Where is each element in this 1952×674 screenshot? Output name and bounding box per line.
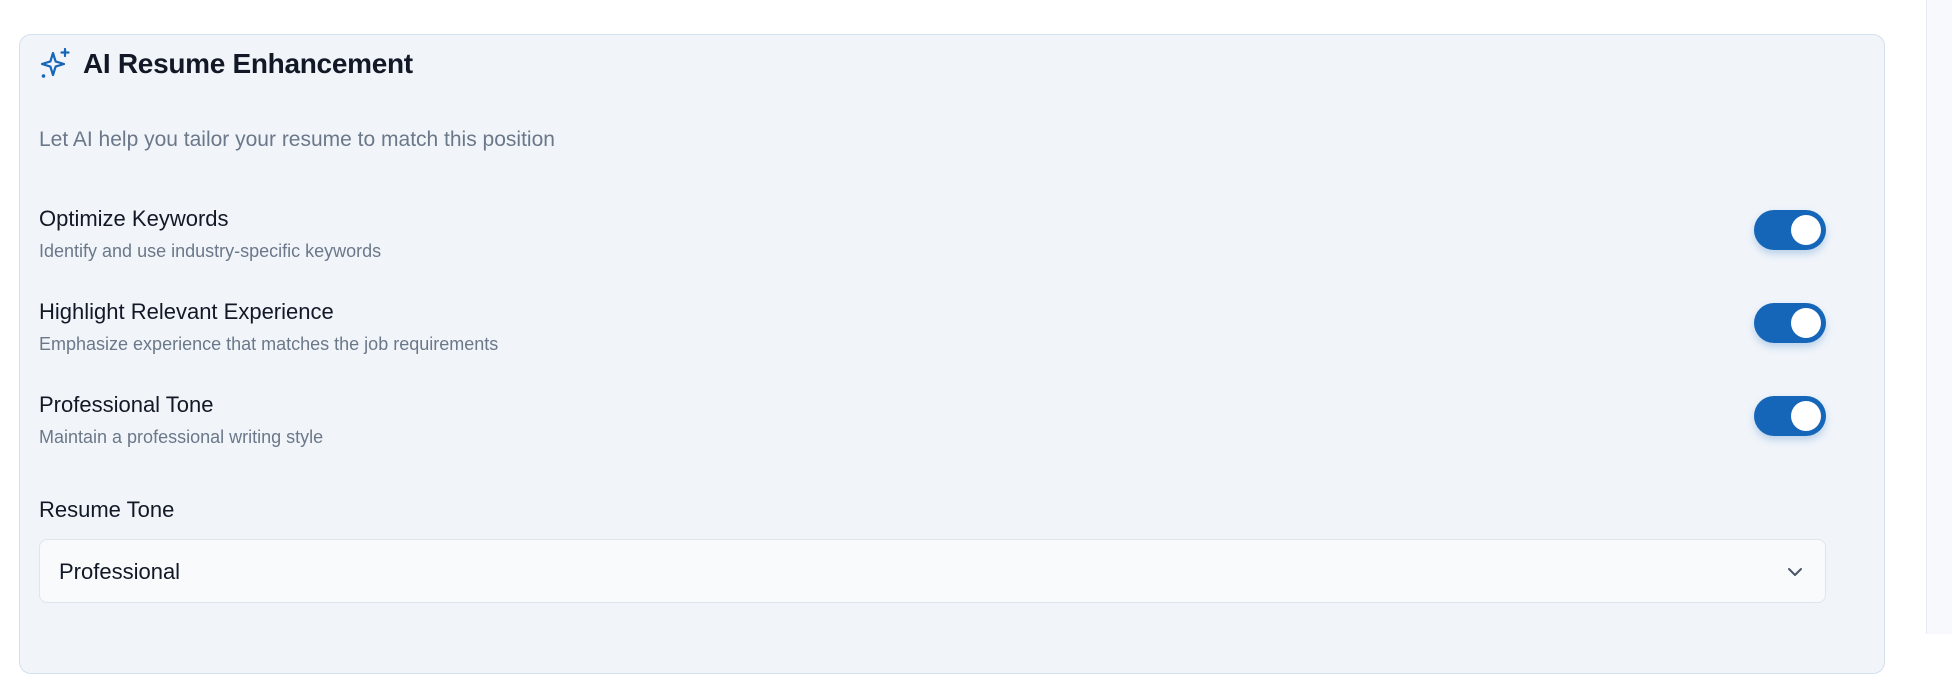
highlight-experience-toggle[interactable] [1754, 303, 1826, 343]
page-subtitle: Let AI help you tailor your resume to ma… [39, 128, 555, 151]
option-description: Identify and use industry-specific keywo… [39, 241, 382, 261]
resume-tone-value: Professional [59, 559, 181, 584]
optimize-keywords-toggle[interactable] [1754, 210, 1826, 250]
chevron-down-icon [1788, 568, 1802, 576]
option-label: Optimize Keywords [39, 206, 229, 231]
option-label: Professional Tone [39, 392, 214, 417]
option-description: Maintain a professional writing style [39, 427, 324, 447]
option-label: Highlight Relevant Experience [39, 299, 334, 324]
option-highlight-relevant-experience: Highlight Relevant Experience Emphasize … [39, 299, 1826, 363]
option-optimize-keywords: Optimize Keywords Identify and use indus… [39, 206, 1826, 270]
card-header: AI Resume Enhancement [39, 44, 413, 84]
resume-tone-label: Resume Tone [39, 497, 175, 522]
right-rail [1926, 0, 1952, 634]
professional-tone-toggle[interactable] [1754, 396, 1826, 436]
resume-tone-select[interactable]: Professional [39, 539, 1826, 603]
toggle-knob [1791, 215, 1821, 245]
sparkle-icon [40, 47, 70, 78]
option-professional-tone: Professional Tone Maintain a professiona… [39, 392, 1826, 456]
page-title: AI Resume Enhancement [83, 48, 413, 79]
toggle-knob [1791, 401, 1821, 431]
option-description: Emphasize experience that matches the jo… [39, 334, 499, 354]
toggle-knob [1791, 308, 1821, 338]
